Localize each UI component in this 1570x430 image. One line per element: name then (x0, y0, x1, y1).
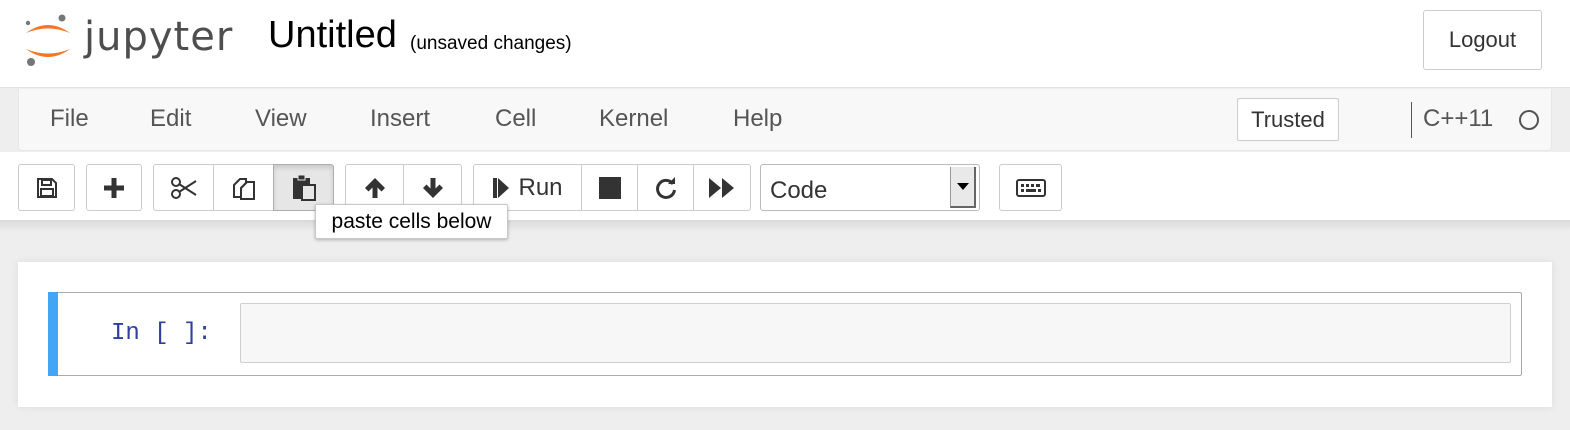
arrow-down-icon (421, 176, 445, 200)
copy-icon (231, 175, 257, 201)
caret-down-icon (956, 178, 969, 196)
kernel-idle-icon (1519, 110, 1539, 130)
header: jupyter Untitled (unsaved changes) Logou… (0, 0, 1570, 88)
logo-text: jupyter (84, 14, 234, 60)
code-cell[interactable]: In [ ]: (48, 292, 1522, 376)
notebook-title[interactable]: Untitled (268, 14, 397, 57)
cell-type-select[interactable]: Code (760, 164, 980, 211)
menu-view[interactable]: View (255, 105, 307, 133)
cell-selected-indicator (48, 292, 58, 376)
paste-tooltip: paste cells below (315, 204, 508, 239)
insert-cell-button[interactable] (86, 164, 142, 211)
cell-type-dropdown-arrow[interactable] (950, 167, 976, 208)
keyboard-icon (1015, 178, 1046, 197)
fast-forward-icon (708, 177, 736, 199)
save-status: (unsaved changes) (410, 33, 572, 54)
save-icon (35, 176, 59, 200)
interrupt-button[interactable] (581, 164, 638, 211)
copy-button[interactable] (213, 164, 274, 211)
logout-button[interactable]: Logout (1423, 10, 1542, 70)
menu-cell[interactable]: Cell (495, 105, 536, 133)
step-forward-icon (492, 177, 510, 199)
cut-button[interactable] (153, 164, 214, 211)
header-shadow (0, 220, 1570, 232)
menu-insert[interactable]: Insert (370, 105, 430, 133)
kernel-divider (1411, 102, 1412, 138)
cut-icon (170, 176, 198, 200)
plus-icon (102, 176, 126, 200)
jupyter-logo-icon (25, 14, 70, 66)
input-prompt: In [ ]: (111, 320, 212, 347)
menu-file[interactable]: File (50, 105, 89, 133)
menu-edit[interactable]: Edit (150, 105, 191, 133)
restart-button[interactable] (637, 164, 694, 211)
menubar: File Edit View Insert Cell Kernel Help T… (18, 89, 1552, 151)
save-button[interactable] (18, 164, 75, 211)
menu-help[interactable]: Help (733, 105, 782, 133)
cell-type-value: Code (770, 177, 828, 204)
menu-kernel[interactable]: Kernel (599, 105, 668, 133)
arrow-up-icon (363, 176, 387, 200)
jupyter-logo[interactable]: jupyter (22, 10, 242, 70)
toolbar: Run Code (0, 152, 1570, 220)
kernel-name[interactable]: C++11 (1423, 105, 1493, 133)
restart-run-all-button[interactable] (693, 164, 751, 211)
command-palette-button[interactable] (999, 164, 1062, 211)
cell-input-editor[interactable] (240, 303, 1511, 363)
trusted-indicator[interactable]: Trusted (1237, 98, 1339, 141)
run-label: Run (518, 173, 563, 201)
refresh-icon (654, 176, 678, 200)
paste-icon (291, 174, 317, 202)
stop-icon (598, 176, 621, 199)
notebook-container: In [ ]: (18, 262, 1552, 407)
